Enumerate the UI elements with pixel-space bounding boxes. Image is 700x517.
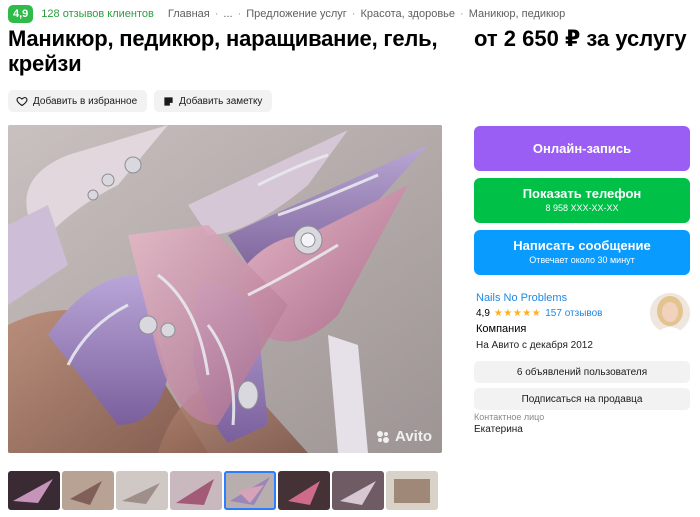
user-listings-button[interactable]: 6 объявлений пользователя bbox=[474, 361, 690, 383]
top-bar: 4,9 128 отзывов клиентов Главная · ... ·… bbox=[8, 5, 565, 23]
star-rating-icon: ★★★★★ bbox=[493, 308, 542, 319]
online-booking-label: Онлайн-запись bbox=[532, 141, 632, 156]
thumbnail[interactable] bbox=[332, 471, 384, 510]
thumbnail-active[interactable] bbox=[224, 471, 276, 510]
main-photo[interactable]: Avito bbox=[8, 125, 442, 453]
breadcrumb-home[interactable]: Главная bbox=[168, 8, 210, 20]
thumbnail[interactable] bbox=[386, 471, 438, 510]
show-phone-button[interactable]: Показать телефон 8 958 XXX-XX-XX bbox=[474, 178, 690, 223]
contact-person-name: Екатерина bbox=[474, 424, 523, 435]
avito-watermark-text: Avito bbox=[395, 428, 432, 445]
thumbnail[interactable] bbox=[116, 471, 168, 510]
add-note-button[interactable]: Добавить заметку bbox=[154, 90, 273, 112]
response-time: Отвечает около 30 минут bbox=[529, 255, 635, 265]
show-phone-label: Показать телефон bbox=[522, 186, 642, 201]
seller-reviews-link[interactable]: 157 отзывов bbox=[545, 308, 602, 319]
seller-since: На Авито с декабря 2012 bbox=[476, 340, 593, 351]
seller-rating-value: 4,9 bbox=[476, 308, 490, 319]
phone-number-masked: 8 958 XXX-XX-XX bbox=[545, 203, 619, 213]
thumbnail[interactable] bbox=[62, 471, 114, 510]
write-message-button[interactable]: Написать сообщение Отвечает около 30 мин… bbox=[474, 230, 690, 275]
breadcrumb-beauty[interactable]: Красота, здоровье bbox=[360, 8, 455, 20]
breadcrumb-separator: · bbox=[460, 8, 464, 20]
breadcrumb-services[interactable]: Предложение услуг bbox=[246, 8, 347, 20]
breadcrumb-separator: · bbox=[214, 8, 219, 20]
breadcrumb-manicure[interactable]: Маникюр, педикюр bbox=[469, 8, 566, 20]
breadcrumb-separator: · bbox=[237, 8, 242, 20]
rating-badge: 4,9 bbox=[8, 5, 34, 23]
heart-icon bbox=[16, 95, 28, 107]
breadcrumb-separator: · bbox=[351, 8, 356, 20]
note-icon bbox=[162, 95, 174, 107]
listing-title: Маникюр, педикюр, наращивание, гель, кре… bbox=[8, 26, 438, 76]
add-note-label: Добавить заметку bbox=[179, 95, 263, 107]
subscribe-seller-button[interactable]: Подписаться на продавца bbox=[474, 388, 690, 410]
breadcrumb: Главная · ... · Предложение услуг · Крас… bbox=[168, 8, 565, 20]
avatar[interactable] bbox=[650, 293, 690, 333]
avito-logo-icon bbox=[377, 430, 390, 443]
add-favorite-label: Добавить в избранное bbox=[33, 95, 138, 107]
thumbnail[interactable] bbox=[278, 471, 330, 510]
add-favorite-button[interactable]: Добавить в избранное bbox=[8, 90, 148, 112]
reviews-link[interactable]: 128 отзывов клиентов bbox=[41, 8, 154, 20]
listing-price: от 2 650 ₽ за услугу bbox=[474, 26, 687, 51]
avito-watermark: Avito bbox=[375, 428, 432, 445]
thumbnail[interactable] bbox=[8, 471, 60, 510]
contact-person-label: Контактное лицо bbox=[474, 412, 545, 422]
thumbnail-strip bbox=[8, 471, 438, 510]
listing-actions: Добавить в избранное Добавить заметку bbox=[8, 90, 273, 112]
breadcrumb-ellipsis[interactable]: ... bbox=[223, 8, 232, 20]
online-booking-button[interactable]: Онлайн-запись bbox=[474, 126, 690, 171]
thumbnail[interactable] bbox=[170, 471, 222, 510]
write-message-label: Написать сообщение bbox=[513, 238, 651, 253]
